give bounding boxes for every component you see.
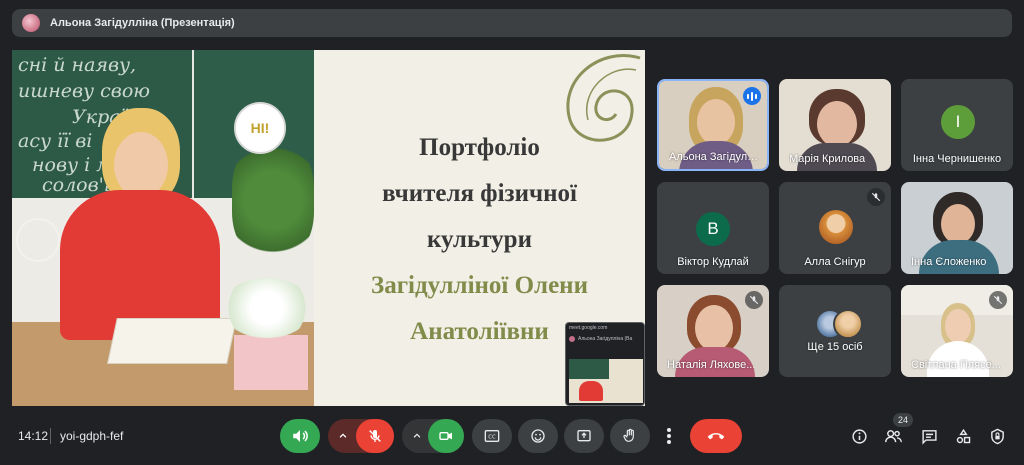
present-icon [577,430,591,442]
flower-box [234,335,308,390]
more-vert-icon [667,428,671,444]
volume-icon [293,430,308,442]
pip-presenter-label: Альона Загідулліна (Ва [578,336,633,342]
slide-line-3: культури [427,226,532,253]
participant-tile[interactable]: Інна Єложенко [901,182,1013,274]
clock: 14:12 [18,429,49,443]
mic-off-icon [369,430,381,442]
slide-line-1: Портфоліо [419,134,540,161]
emoji-button[interactable] [518,419,558,453]
hi-badge: HI! [234,102,286,154]
mic-toggle-button[interactable] [356,419,394,453]
presenter-title: Альона Загідулліна (Презентація) [50,17,235,29]
pip-presenter: Альона Загідулліна (Ва [566,333,644,345]
participant-tile[interactable]: І Інна Чернишенко [901,79,1013,171]
white-flowers [222,278,312,338]
participant-name: Інна Чернишенко [912,153,1002,165]
participant-count-badge: 24 [893,413,913,427]
participant-tile[interactable]: Алла Снігур [779,182,891,274]
captions-icon: CC [484,430,500,442]
svg-text:CC: CC [488,435,496,441]
more-options-button[interactable] [656,419,682,453]
participant-tile[interactable]: Наталія Ляхове... [657,285,769,377]
presenter-avatar [22,14,40,32]
camera-icon [439,432,452,440]
participant-avatar [819,210,853,244]
teacher-face [114,132,168,198]
meeting-info-button[interactable] [848,425,870,447]
call-end-icon [707,433,725,440]
participant-tile[interactable]: Світлана Плясе... [901,285,1013,377]
more-participants-label: Ще 15 осіб [807,341,863,353]
pip-thumbnail [569,359,643,403]
plant [232,140,314,260]
chat-button[interactable] [918,425,940,447]
participant-name: Віктор Кудлай [677,256,749,268]
chevron-up-icon[interactable] [412,431,422,441]
presentation-preview-pip[interactable]: meet.google.com Альона Загідулліна (Ва [565,322,645,406]
chalk-line: сні й наяву, [18,54,137,76]
captions-button[interactable]: CC [472,419,512,453]
speaking-indicator-icon [743,87,761,105]
slide-line-4: Загідулліної Олени [371,272,588,299]
raise-hand-button[interactable] [610,419,650,453]
presentation-slide: сні й наяву, ишневу свою Украї асу її ві… [12,50,645,406]
host-controls-button[interactable] [986,425,1008,447]
participant-avatar: І [941,105,975,139]
slide-line-2: вчителя фізичної [382,180,577,207]
activities-icon [956,428,970,443]
divider [50,428,51,444]
mic-off-icon [867,188,885,206]
participant-tile[interactable]: Альона Загідулл... [657,79,769,171]
emoji-icon [531,429,545,443]
participant-name: Марія Крилова [789,153,866,165]
participant-name: Альона Загідулл... [669,151,761,163]
camera-toggle-button[interactable] [428,419,464,453]
flower-doodle [16,218,60,262]
present-button[interactable] [564,419,604,453]
people-icon [884,429,902,442]
mic-off-icon [745,291,763,309]
pip-url: meet.google.com [569,325,608,331]
slide-photo: сні й наяву, ишневу свою Украї асу її ві… [12,50,314,406]
participant-name: Інна Єложенко [911,256,987,268]
chalk-line: ишневу свою [18,80,150,102]
host-controls-icon [990,428,1004,444]
open-book [107,318,237,364]
activities-button[interactable] [952,425,974,447]
raise-hand-icon [623,428,634,442]
chevron-up-icon[interactable] [338,431,348,441]
mic-off-icon [989,291,1007,309]
participant-name: Світлана Плясе... [911,359,1001,371]
participant-tile[interactable]: Марія Крилова [779,79,891,171]
presenter-bar: Альона Загідулліна (Презентація) [12,9,1012,37]
participant-avatar [833,309,863,339]
participant-name: Алла Снігур [804,256,866,268]
people-button[interactable] [882,425,904,447]
leave-call-button[interactable] [690,419,742,453]
info-icon [851,428,867,444]
participant-avatar: В [696,212,730,246]
participant-name: Наталія Ляхове... [667,359,756,371]
chalk-line: асу її ві [18,130,93,152]
more-participants-tile[interactable]: Ще 15 осіб [779,285,891,377]
chat-icon [921,429,937,445]
audio-button[interactable] [280,419,320,453]
meeting-code: yoi-gdph-fef [60,429,124,443]
control-bar: 14:12 yoi-gdph-fef CC [0,415,1024,461]
participant-tile[interactable]: В Віктор Кудлай [657,182,769,274]
